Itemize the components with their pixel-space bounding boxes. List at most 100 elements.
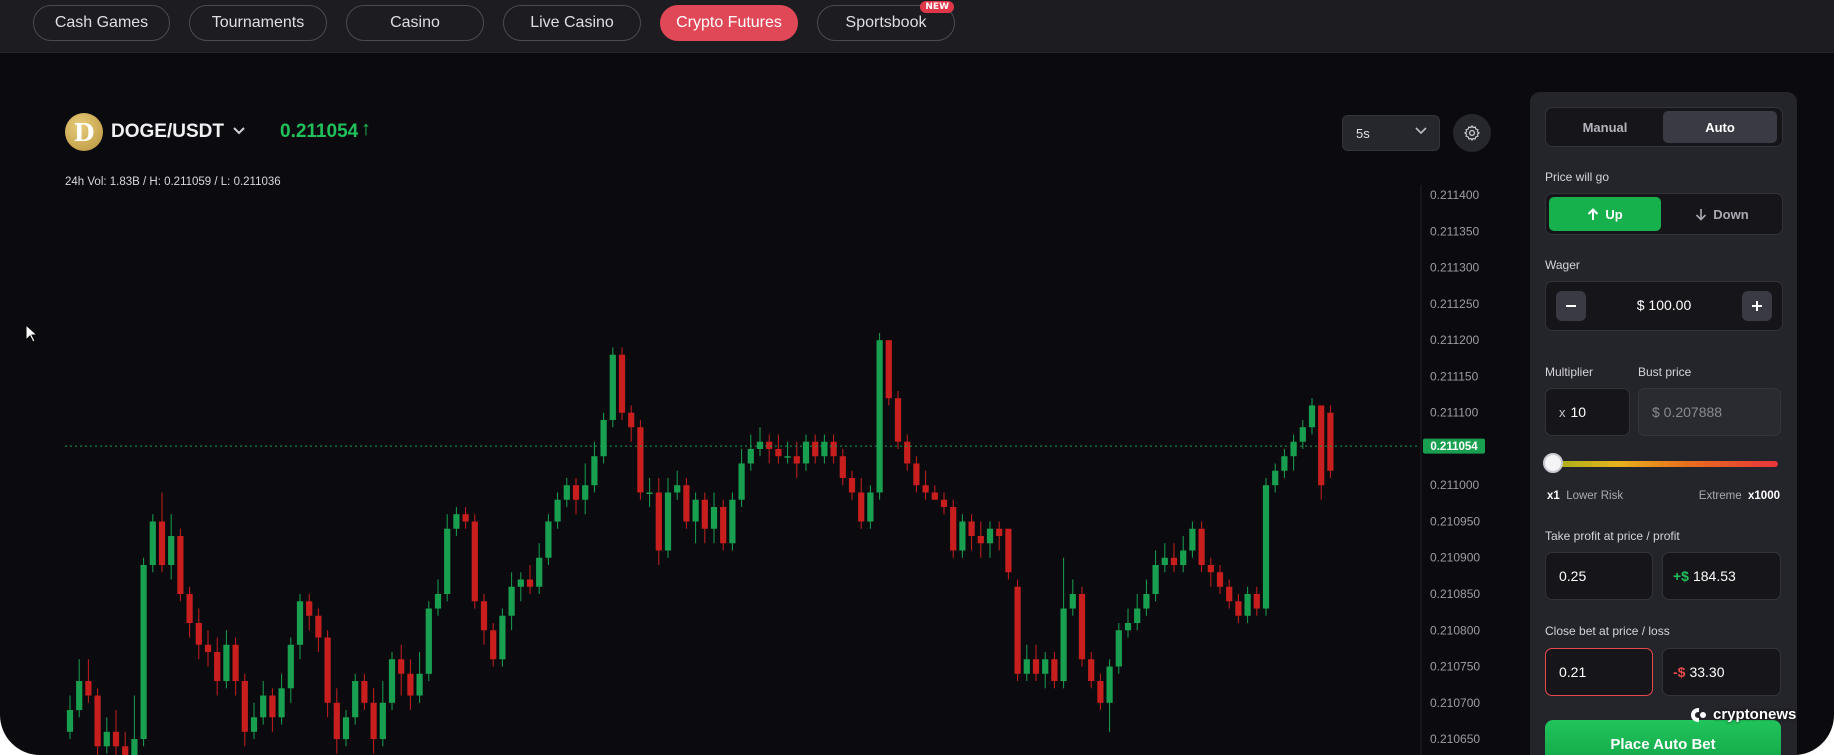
candle bbox=[664, 477, 672, 558]
nav-cash-games[interactable]: Cash Games bbox=[33, 5, 170, 41]
candle bbox=[434, 579, 442, 616]
candle bbox=[913, 456, 920, 493]
price-tick-label: 0.211250 bbox=[1430, 297, 1479, 311]
multiplier-input[interactable]: x 10 bbox=[1545, 388, 1630, 436]
candle bbox=[278, 673, 285, 725]
take-profit-price-input[interactable]: 0.25 bbox=[1545, 552, 1653, 600]
price-tick-label: 0.210900 bbox=[1430, 551, 1480, 565]
candle bbox=[214, 637, 221, 696]
mode-auto-tab[interactable]: Auto bbox=[1663, 111, 1777, 143]
nav-label: Sportsbook bbox=[845, 14, 927, 31]
price-tick-label: 0.210700 bbox=[1430, 696, 1480, 710]
close-loss-price-input[interactable]: 0.21 bbox=[1545, 648, 1653, 696]
candle bbox=[1060, 557, 1067, 689]
nav-label: Cash Games bbox=[54, 14, 149, 31]
candle bbox=[692, 492, 699, 544]
place-auto-bet-button[interactable]: Place Auto Bet bbox=[1545, 720, 1781, 755]
candle bbox=[986, 521, 994, 558]
candle bbox=[830, 434, 837, 464]
settings-button[interactable] bbox=[1453, 114, 1491, 152]
candle bbox=[582, 463, 589, 515]
candle bbox=[444, 514, 451, 602]
down-label: Down bbox=[1713, 206, 1749, 222]
candle bbox=[1170, 543, 1178, 573]
price-tick-label: 0.211100 bbox=[1430, 406, 1479, 420]
candle bbox=[232, 637, 239, 696]
risk-max-label: Extreme x1000 bbox=[1698, 490, 1780, 502]
price-chart[interactable]: 0.211400 0.211350 0.211300 0.211250 0.211200… bbox=[0, 185, 1500, 755]
candle bbox=[379, 681, 386, 747]
candle bbox=[618, 347, 626, 420]
candle bbox=[747, 434, 754, 471]
mode-manual-tab[interactable]: Manual bbox=[1549, 111, 1661, 143]
candle bbox=[839, 448, 846, 486]
price-tick-label: 0.211200 bbox=[1430, 333, 1479, 347]
candle bbox=[131, 695, 138, 755]
candle bbox=[1088, 652, 1095, 689]
candle bbox=[250, 702, 258, 740]
close-loss-amount-input[interactable]: -$ 33.30 bbox=[1662, 648, 1781, 696]
top-navigation: Cash Games Tournaments Casino Live Casin… bbox=[0, 0, 1834, 53]
candle bbox=[306, 594, 313, 631]
wager-increase-button[interactable] bbox=[1742, 291, 1772, 321]
candle bbox=[1106, 659, 1113, 732]
down-button[interactable]: Down bbox=[1666, 197, 1778, 231]
interval-value: 5s bbox=[1356, 125, 1370, 141]
candle bbox=[1327, 405, 1334, 478]
candle bbox=[269, 688, 276, 732]
nav-tournaments[interactable]: Tournaments bbox=[189, 5, 327, 41]
price-tick-label: 0.211400 bbox=[1430, 188, 1479, 202]
nav-casino[interactable]: Casino bbox=[346, 5, 484, 41]
close-loss-prefix: -$ bbox=[1673, 664, 1686, 680]
watermark-text: cryptonews bbox=[1713, 706, 1797, 723]
candle bbox=[1152, 550, 1159, 602]
candle bbox=[1124, 608, 1132, 638]
wager-input[interactable]: $ 100.00 bbox=[1586, 297, 1742, 313]
take-profit-prefix: +$ bbox=[1673, 568, 1689, 584]
candle bbox=[1042, 652, 1049, 689]
candle bbox=[388, 652, 396, 711]
candle bbox=[158, 492, 166, 573]
candle bbox=[1262, 477, 1270, 616]
nav-live-casino[interactable]: Live Casino bbox=[503, 5, 641, 41]
candle bbox=[1005, 528, 1012, 580]
candle bbox=[655, 477, 662, 565]
close-loss-price: 0.21 bbox=[1559, 664, 1587, 680]
chevron-down-icon[interactable] bbox=[232, 124, 246, 139]
candle bbox=[333, 688, 340, 754]
take-profit-amount-input[interactable]: +$ 184.53 bbox=[1662, 552, 1781, 600]
direction-toggle: Up Down bbox=[1545, 193, 1783, 235]
arrow-up-icon: ↑ bbox=[361, 118, 371, 140]
candle bbox=[223, 630, 230, 689]
candle bbox=[296, 594, 304, 660]
candle bbox=[793, 441, 800, 478]
risk-slider-track[interactable] bbox=[1548, 461, 1778, 467]
candle bbox=[766, 434, 773, 464]
candle bbox=[885, 340, 892, 406]
candle bbox=[1069, 579, 1076, 616]
candle bbox=[628, 405, 635, 442]
candle bbox=[867, 485, 874, 529]
candle bbox=[517, 572, 524, 602]
risk-slider-handle[interactable] bbox=[1543, 453, 1563, 473]
candle bbox=[1308, 398, 1316, 435]
pair-selector[interactable]: DOGE/USDT bbox=[111, 121, 224, 143]
candle bbox=[1143, 579, 1150, 616]
candle bbox=[204, 630, 212, 667]
up-button[interactable]: Up bbox=[1549, 197, 1661, 231]
price-axis: 0.211400 0.211350 0.211300 0.211250 0.211200… bbox=[1430, 188, 1480, 746]
candle bbox=[352, 673, 359, 725]
price-tick-label: 0.211350 bbox=[1430, 224, 1479, 238]
candle bbox=[195, 608, 202, 660]
arrow-down-icon bbox=[1696, 208, 1707, 221]
candle bbox=[821, 434, 828, 464]
nav-crypto-futures[interactable]: Crypto Futures bbox=[660, 5, 798, 41]
interval-select[interactable]: 5s bbox=[1342, 115, 1440, 151]
app-window: Cash Games Tournaments Casino Live Casin… bbox=[0, 0, 1834, 755]
plus-icon bbox=[1752, 301, 1762, 311]
candle bbox=[1281, 448, 1288, 478]
wager-decrease-button[interactable] bbox=[1556, 291, 1586, 321]
price-tick-label: 0.210950 bbox=[1430, 514, 1480, 528]
candle bbox=[729, 492, 736, 551]
nav-sportsbook[interactable]: Sportsbook NEW bbox=[817, 1, 955, 41]
